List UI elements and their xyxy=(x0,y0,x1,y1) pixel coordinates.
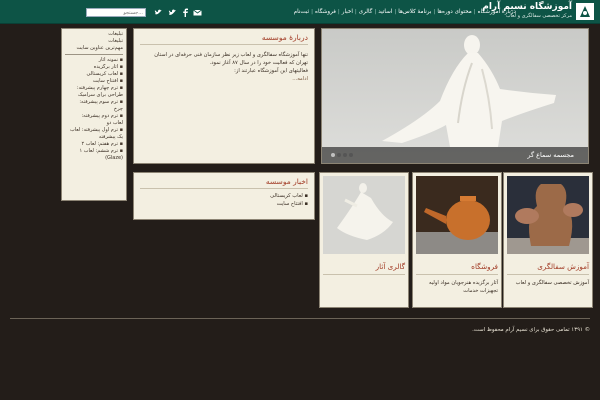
about-text-line: فعالیتهای این آموزشگاه عبارتند از: xyxy=(234,68,308,74)
sidebar-link[interactable]: آثار برگزیده xyxy=(65,64,123,71)
nav-separator: | xyxy=(337,9,340,15)
sidebar-link[interactable]: ترم اول پیشرفته: لعاب xyxy=(65,127,123,134)
slider-dot[interactable] xyxy=(349,153,353,157)
nav-item[interactable]: اخبار xyxy=(342,9,353,15)
about-text-line: تنها آموزشگاه سفالگری و لعاب زیر نظر ساز… xyxy=(154,52,308,58)
footer-divider xyxy=(10,318,590,319)
sidebar-link[interactable]: طراحی برای سرامیک xyxy=(65,92,123,99)
slider-caption-bar: مجسمه سماع گر xyxy=(322,147,588,163)
sidebar-link[interactable]: نمونه آثار xyxy=(65,57,123,64)
main-nav: دربارهٔ آموزشگاه | محتوای دوره‌ها | برنامهٔ … xyxy=(294,5,516,19)
read-more-link[interactable]: ادامه... xyxy=(140,75,308,83)
news-title: اخبار موسسه xyxy=(140,176,308,189)
nav-separator: | xyxy=(433,9,436,15)
teapot-photo xyxy=(416,176,498,254)
sidebar-link[interactable]: یک پیشرفته xyxy=(65,134,123,141)
dervish-sculpture-photo xyxy=(322,29,588,163)
nav-item[interactable]: دربارهٔ آموزشگاه xyxy=(478,9,516,15)
twitter-icon[interactable] xyxy=(154,8,163,17)
slider-dot[interactable] xyxy=(337,153,341,157)
nav-separator: | xyxy=(354,9,357,15)
news-item[interactable]: افتتاح سایت xyxy=(140,200,308,208)
image-slider[interactable]: مجسمه سماع گر xyxy=(321,28,589,164)
facebook-icon[interactable] xyxy=(181,8,190,17)
nav-separator: | xyxy=(374,9,377,15)
sidebar-link[interactable]: ترم سوم پیشرفته: xyxy=(65,99,123,106)
logo-icon[interactable] xyxy=(576,3,594,20)
whirling-dervish-sculpture-photo xyxy=(323,176,405,254)
nav-item[interactable]: گالری xyxy=(359,9,373,15)
twitter-bird-icon[interactable] xyxy=(168,8,177,17)
nav-separator: | xyxy=(473,9,476,15)
sidebar-link[interactable]: لعاب کریستالی xyxy=(65,71,123,78)
sidebar-links-panel: تبلیغاتتبلیغاتمهم‌ترین عناوین سایتنمونه … xyxy=(61,28,127,201)
nav-item[interactable]: اساتید xyxy=(378,9,392,15)
card-shop-title[interactable]: فروشگاه xyxy=(416,262,498,275)
card-gallery-title[interactable]: گالری آثار xyxy=(323,262,405,275)
slider-caption: مجسمه سماع گر xyxy=(527,151,574,159)
card-gallery[interactable]: گالری آثار xyxy=(319,172,409,308)
sidebar-link[interactable]: ترم هفتم: لعاب ۲ xyxy=(65,141,123,148)
pottery-wheel-photo xyxy=(507,176,589,254)
card-training-desc: آموزش تخصصی سفالگری و لعاب xyxy=(515,280,589,286)
sidebar-heading: مهم‌ترین عناوین سایت xyxy=(76,45,123,51)
news-item[interactable]: لعاب کریستالی xyxy=(140,192,308,200)
nav-separator: | xyxy=(311,9,314,15)
news-panel: اخبار موسسه لعاب کریستالی افتتاح سایت xyxy=(133,172,315,220)
sidebar-link[interactable]: ترم دوم پیشرفته: xyxy=(65,113,123,120)
sidebar-link[interactable]: لعاب دو xyxy=(65,120,123,127)
about-title: دربارهٔ موسسه xyxy=(140,32,308,45)
nav-item[interactable]: فروشگاه xyxy=(315,9,336,15)
slider-dot[interactable] xyxy=(343,153,347,157)
card-shop-desc: آثار برگزیده هنرجویان مواد اولیه تجهیزات… xyxy=(428,280,498,294)
sidebar-heading: تبلیغات xyxy=(108,38,123,44)
nav-item[interactable]: ثبت‌نام xyxy=(294,9,309,15)
sidebar-link[interactable]: چرخ xyxy=(65,106,123,113)
about-text-line: تهران که فعالیت خود را در سال ۸۷ آغاز نم… xyxy=(209,60,308,66)
sidebar-link[interactable]: (Glaze) xyxy=(65,155,123,162)
copyright-text: © ۱۳۹۱ تمامی حقوق برای نسیم آرام محفوظ ا… xyxy=(472,327,590,333)
card-training-title[interactable]: آموزش سفالگری xyxy=(507,262,589,275)
card-shop[interactable]: فروشگاه آثار برگزیده هنرجویان مواد اولیه… xyxy=(412,172,502,308)
sidebar-link[interactable]: ترم ششم: لعاب ۱ xyxy=(65,148,123,155)
slider-dot[interactable] xyxy=(331,153,335,157)
about-panel: دربارهٔ موسسه تنها آموزشگاه سفالگری و لع… xyxy=(133,28,315,164)
nav-item[interactable]: محتوای دوره‌ها xyxy=(437,9,471,15)
card-training[interactable]: آموزش سفالگری آموزش تخصصی سفالگری و لعاب xyxy=(503,172,593,308)
email-icon[interactable] xyxy=(193,8,202,17)
sidebar-link[interactable]: افتتاح سایت xyxy=(65,78,123,85)
sidebar-divider xyxy=(65,54,123,55)
sidebar-heading: تبلیغات xyxy=(108,31,123,37)
search-input[interactable]: جستجو... xyxy=(86,8,146,17)
nav-separator: | xyxy=(394,9,397,15)
nav-item[interactable]: برنامهٔ کلاس‌ها xyxy=(398,9,431,15)
sidebar-link[interactable]: ترم چهارم پیشرفته: xyxy=(65,85,123,92)
